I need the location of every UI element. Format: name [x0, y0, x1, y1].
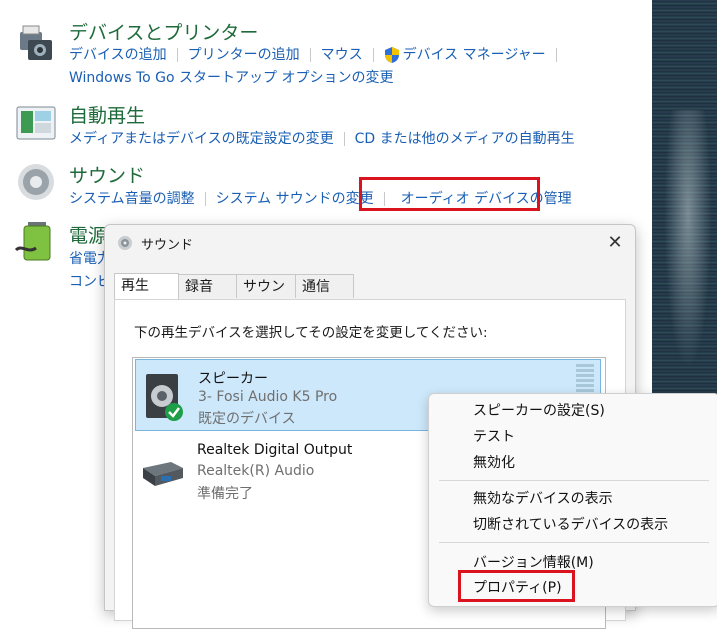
add-printer-link[interactable]: プリンターの追加 [188, 47, 300, 63]
separator [176, 48, 178, 62]
menu-item-show-disabled[interactable]: 無効なデバイスの表示 [473, 488, 613, 508]
device-manager-link[interactable]: デバイス マネージャー [403, 47, 546, 63]
device-name: スピーカー [198, 371, 268, 387]
tab-sounds[interactable]: サウンド [236, 274, 296, 319]
close-icon[interactable]: ✕ [601, 229, 629, 257]
uac-shield-icon [384, 47, 399, 63]
separator [343, 132, 345, 146]
device-status: 準備完了 [197, 486, 253, 502]
wallpaper-tree [664, 110, 712, 370]
separator [204, 192, 206, 206]
separator [555, 48, 557, 62]
devices-links: デバイスの追加 プリンターの追加 マウス デバイス マネージャー [69, 44, 567, 64]
instruction-text: 下の再生デバイスを選択してその設定を変更してください: [134, 325, 488, 341]
add-device-link[interactable]: デバイスの追加 [69, 47, 167, 63]
tab-recording[interactable]: 録音 [178, 274, 237, 298]
battery-icon [14, 222, 51, 261]
menu-item-show-disconnected[interactable]: 切断されているデバイスの表示 [473, 514, 668, 534]
media-default-settings-link[interactable]: メディアまたはデバイスの既定設定の変更 [69, 131, 334, 147]
device-detail: Realtek(R) Audio [197, 463, 315, 479]
context-menu: スピーカーの設定(S) テスト 無効化 無効なデバイスの表示 切断されているデバ… [428, 393, 717, 607]
menu-item-about[interactable]: バージョン情報(M) [473, 552, 594, 572]
change-system-sounds-link[interactable]: システム サウンドの変更 [216, 191, 374, 207]
digital-output-icon [143, 462, 183, 486]
sound-dialog-icon [118, 236, 132, 250]
sound-title[interactable]: サウンド [69, 161, 145, 188]
windows-to-go-link[interactable]: Windows To Go スタートアップ オプションの変更 [69, 67, 393, 87]
cd-autoplay-link[interactable]: CD または他のメディアの自動再生 [355, 131, 575, 147]
separator [372, 48, 374, 62]
autoplay-icon [16, 106, 56, 140]
menu-item-test[interactable]: テスト [473, 426, 515, 446]
adjust-volume-link[interactable]: システム音量の調整 [69, 191, 195, 207]
autoplay-title[interactable]: 自動再生 [69, 101, 145, 128]
mouse-link[interactable]: マウス [321, 47, 363, 63]
menu-item-disable[interactable]: 無効化 [473, 452, 515, 472]
tab-communications[interactable]: 通信 [295, 274, 354, 298]
highlight-box-properties [458, 570, 575, 602]
menu-separator [439, 480, 709, 481]
menu-item-speaker-settings[interactable]: スピーカーの設定(S) [473, 400, 605, 420]
highlight-box-audio-devices [359, 177, 540, 211]
device-name: Realtek Digital Output [197, 442, 353, 458]
tab-playback[interactable]: 再生 [114, 273, 179, 300]
dialog-title: サウンド [141, 238, 194, 253]
speaker-device-icon [146, 374, 183, 421]
speaker-icon [18, 164, 54, 200]
separator [309, 48, 311, 62]
device-status: 既定のデバイス [198, 411, 296, 427]
devices-printers-title[interactable]: デバイスとプリンター [69, 18, 258, 45]
device-detail: 3- Fosi Audio K5 Pro [198, 389, 338, 405]
printer-icon [20, 25, 52, 60]
menu-separator [439, 542, 709, 543]
autoplay-links: メディアまたはデバイスの既定設定の変更 CD または他のメディアの自動再生 [69, 128, 575, 148]
